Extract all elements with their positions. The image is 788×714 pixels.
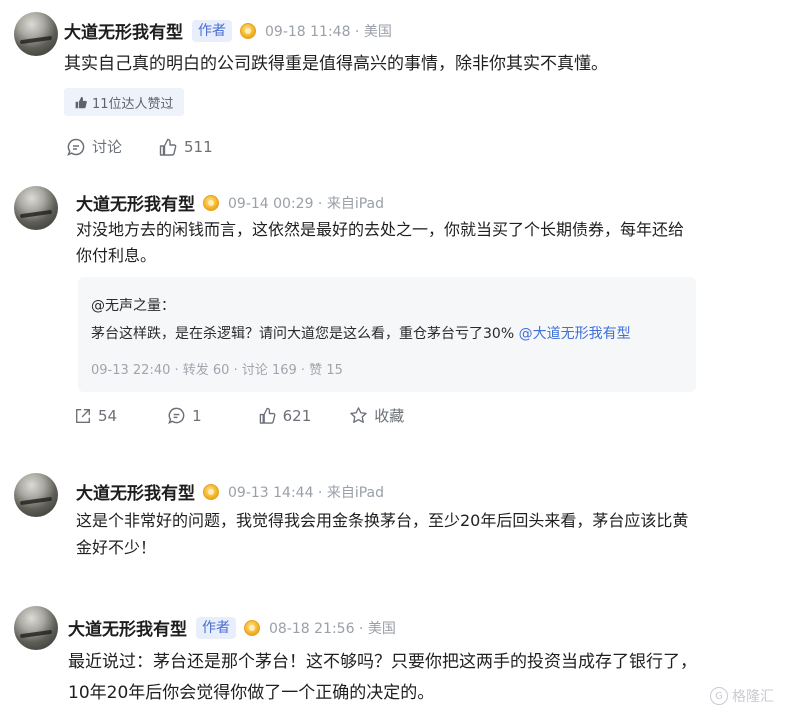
- comment-icon: [67, 138, 85, 156]
- like-button[interactable]: 621: [258, 406, 312, 425]
- medal-icon: [203, 483, 219, 500]
- share-button[interactable]: 54: [74, 407, 117, 425]
- author-name[interactable]: 大道无形我有型: [76, 190, 195, 215]
- avatar[interactable]: [14, 186, 58, 230]
- likes-chip-label: 11位达人赞过: [92, 96, 174, 112]
- share-icon: [76, 408, 90, 423]
- quoted-post[interactable]: @无声之量： 茅台这样跌，是在杀逻辑？请问大道您是这么看，重仓茅台亏了30% @…: [78, 277, 696, 392]
- avatar[interactable]: [14, 473, 58, 517]
- quoted-text-body: 茅台这样跌，是在杀逻辑？请问大道您是这么看，重仓茅台亏了30%: [91, 326, 515, 342]
- thumbs-up-icon: [75, 96, 87, 108]
- thumbs-up-icon: [259, 407, 276, 424]
- like-button[interactable]: 511: [158, 137, 213, 157]
- discuss-label: 讨论: [92, 138, 123, 156]
- discuss-button[interactable]: 讨论: [66, 136, 122, 157]
- post-time: 09-18 11:48 · 美国: [265, 23, 392, 40]
- share-count: 54: [98, 406, 118, 425]
- post-time: 09-13 14:44 · 来自iPad: [228, 484, 384, 501]
- like-count: 621: [282, 406, 312, 425]
- quoted-meta: 09-13 22:40 · 转发 60 · 讨论 169 · 赞 15: [91, 363, 343, 378]
- post-text-line-2: 你付利息。: [76, 246, 157, 265]
- avatar[interactable]: [14, 12, 58, 56]
- like-count: 511: [184, 137, 213, 156]
- avatar[interactable]: [14, 606, 58, 650]
- author-name[interactable]: 大道无形我有型: [76, 479, 195, 504]
- favorite-button[interactable]: 收藏: [349, 405, 404, 426]
- comment-button[interactable]: 1: [167, 406, 202, 425]
- post-text-line-1: 这是个非常好的问题，我觉得我会用金条换茅台，至少20年后回头来看，茅台应该比黄: [76, 511, 689, 530]
- medal-icon: [240, 22, 256, 39]
- post-text-line-2: 10年20年后你会觉得你做了一个正确的决定的。: [68, 683, 435, 703]
- quoted-text: 茅台这样跌，是在杀逻辑？请问大道您是这么看，重仓茅台亏了30% @大道无形我有型: [91, 323, 631, 343]
- quoted-user[interactable]: @无声之量：: [91, 295, 175, 315]
- post-text-line-1: 对没地方去的闲钱而言，这依然是最好的去处之一，你就当买了个长期债券，每年还给: [76, 220, 685, 239]
- expert-likes-chip[interactable]: 11位达人赞过: [64, 88, 184, 116]
- author-name[interactable]: 大道无形我有型: [64, 18, 183, 43]
- medal-icon: [244, 619, 260, 636]
- star-icon: [350, 407, 368, 423]
- post-text-line-2: 金好不少！: [76, 538, 157, 557]
- medal-icon: [203, 194, 219, 211]
- comment-icon: [168, 407, 185, 424]
- mention-link[interactable]: @大道无形我有型: [519, 326, 631, 342]
- watermark-logo-icon: G: [710, 687, 728, 705]
- favorite-label: 收藏: [374, 407, 405, 425]
- thumbs-up-icon: [159, 138, 177, 156]
- author-badge: 作者: [192, 19, 232, 42]
- author-badge: 作者: [196, 616, 236, 639]
- post-text: 其实自己真的明白的公司跌得重是值得高兴的事情，除非你其实不真懂。: [64, 54, 608, 74]
- post-time: 09-14 00:29 · 来自iPad: [228, 195, 384, 212]
- post-time: 08-18 21:56 · 美国: [269, 620, 396, 637]
- post-text-line-1: 最近说过：茅台还是那个茅台！这不够吗？只要你把这两手的投资当成存了银行了，: [68, 652, 697, 672]
- watermark: G 格隆汇: [710, 686, 774, 706]
- comment-count: 1: [192, 406, 202, 425]
- watermark-text: 格隆汇: [732, 689, 774, 705]
- author-name[interactable]: 大道无形我有型: [68, 615, 187, 640]
